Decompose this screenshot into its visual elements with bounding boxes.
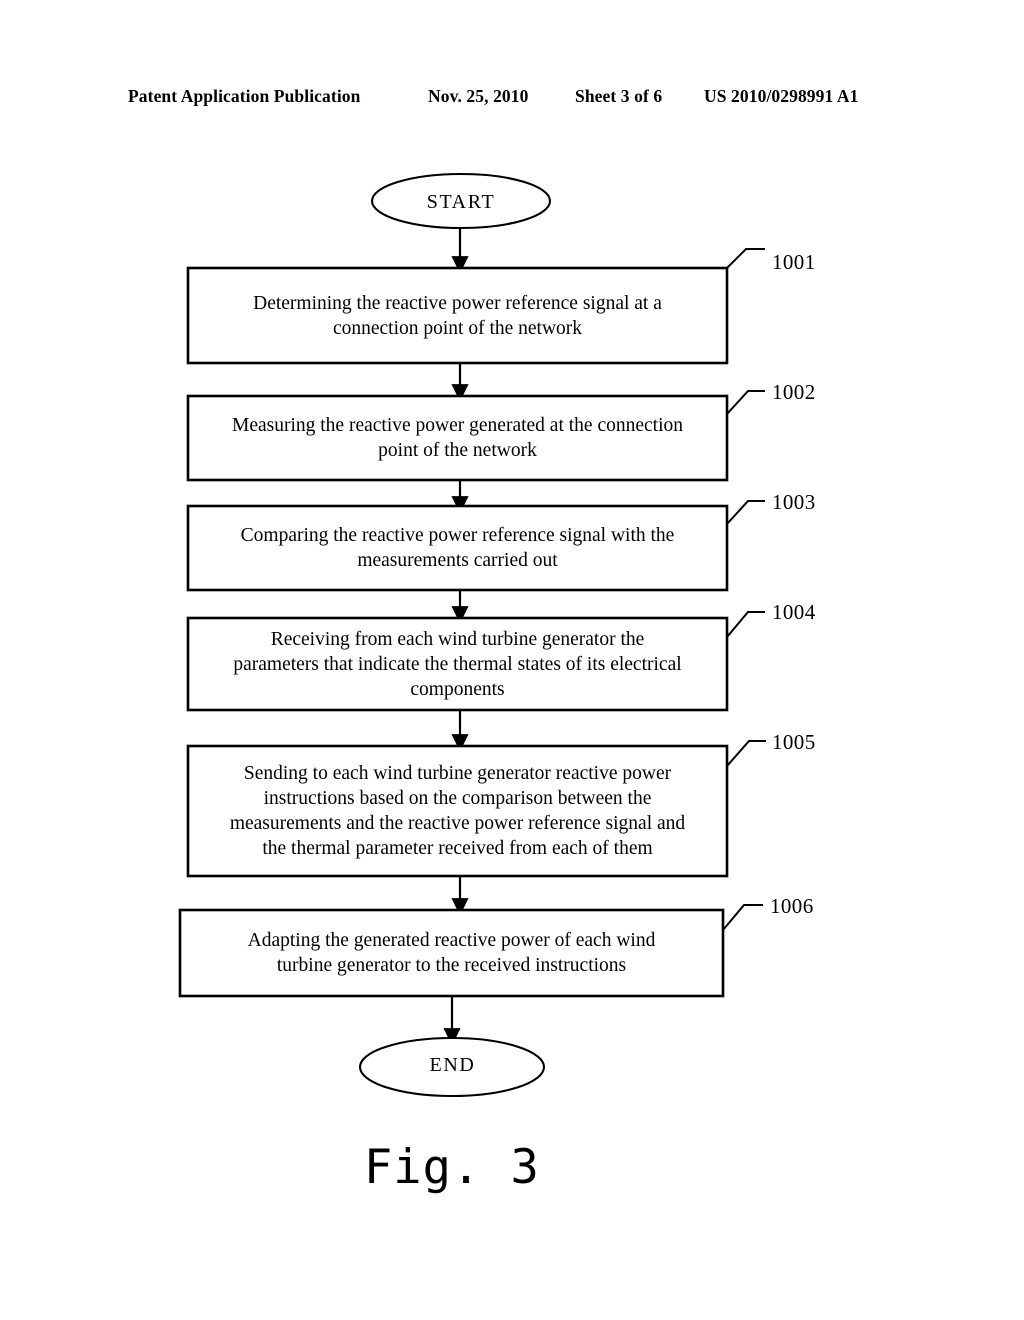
- process-box-1006-text: Adapting the generated reactive power of…: [180, 910, 723, 996]
- process-box-1006-line-2: turbine generator to the received instru…: [276, 955, 627, 976]
- reference-numeral-1005: 1005: [772, 730, 816, 754]
- reference-numeral-1003: 1003: [772, 490, 816, 514]
- reference-numeral-1006: 1006: [770, 894, 814, 918]
- leader-line-1001: [726, 248, 765, 269]
- process-box-1004-line-2: parameters that indicate the thermal sta…: [233, 653, 682, 675]
- process-box-1001-line-1: Determining the reactive power reference…: [253, 292, 662, 314]
- leader-line-1003: [726, 500, 765, 525]
- process-box-1004-line-3: components: [410, 678, 505, 700]
- leader-line-1005: [726, 740, 766, 767]
- leader-line-1006: [722, 904, 763, 931]
- figure-caption: Fig. 3: [364, 1140, 540, 1195]
- end-terminator-label: END: [429, 1054, 476, 1076]
- process-box-1001-line-2: connection point of the network: [332, 317, 583, 339]
- process-box-1006-line-1: Adapting the generated reactive power of…: [247, 930, 656, 951]
- reference-numeral-1002: 1002: [772, 380, 816, 404]
- flowchart-figure: START END Determining the reactive power…: [0, 0, 1024, 1320]
- reference-numeral-1004: 1004: [772, 600, 816, 624]
- process-box-1003-line-2: measurements carried out: [357, 550, 558, 571]
- leader-line-1004: [726, 611, 765, 638]
- process-box-1002-line-1: Measuring the reactive power generated a…: [231, 415, 683, 436]
- process-box-1002-text: Measuring the reactive power generated a…: [188, 396, 727, 480]
- process-box-1005-line-3: measurements and the reactive power refe…: [229, 813, 686, 834]
- leader-line-1002: [726, 390, 765, 415]
- process-box-1005-line-1: Sending to each wind turbine generator r…: [243, 763, 672, 784]
- process-box-1004-line-1: Receiving from each wind turbine generat…: [270, 628, 645, 650]
- process-box-1003-line-1: Comparing the reactive power reference s…: [240, 525, 675, 546]
- process-box-1002-line-2: point of the network: [378, 440, 537, 461]
- process-box-1005-line-4: the thermal parameter received from each…: [262, 838, 653, 859]
- process-box-1005-line-2: instructions based on the comparison bet…: [263, 788, 652, 809]
- reference-numeral-1001: 1001: [772, 250, 816, 274]
- process-box-1004-text: Receiving from each wind turbine generat…: [188, 618, 727, 710]
- process-box-1005-text: Sending to each wind turbine generator r…: [188, 746, 727, 876]
- start-terminator-label: START: [426, 191, 496, 213]
- process-box-1001-text: Determining the reactive power reference…: [188, 268, 727, 363]
- process-box-1003-text: Comparing the reactive power reference s…: [188, 506, 727, 590]
